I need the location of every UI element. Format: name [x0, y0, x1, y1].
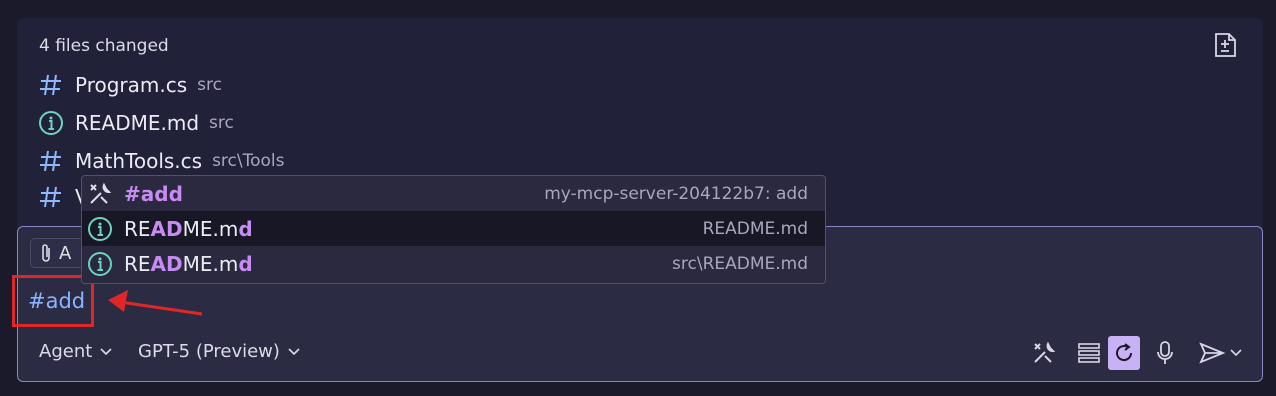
model-dropdown[interactable]: GPT-5 (Preview)	[138, 341, 300, 362]
file-name: MathTools.cs	[75, 149, 203, 173]
tools-icon	[86, 180, 114, 208]
file-item-program[interactable]: Program.cs src	[37, 69, 222, 101]
suggestion-tool-add[interactable]: #add my-mcp-server-204122b7: add	[82, 176, 825, 211]
chevron-down-icon	[288, 347, 300, 355]
suggestion-readme-src[interactable]: README.md src\README.md	[82, 246, 825, 281]
info-icon	[37, 109, 65, 137]
microphone-icon	[1157, 341, 1173, 364]
suggestion-detail: README.md	[702, 218, 808, 239]
autocomplete-popup: #add my-mcp-server-204122b7: add README.…	[81, 175, 826, 284]
suggestion-label: README.md	[124, 216, 253, 241]
tools-icon	[1034, 341, 1056, 363]
add-context-list-button[interactable]	[1073, 336, 1105, 370]
suggestion-detail: my-mcp-server-204122b7: add	[544, 183, 808, 204]
refresh-icon	[1116, 343, 1133, 362]
file-item-mathtools[interactable]: MathTools.cs src\Tools	[37, 145, 285, 177]
suggestion-detail: src\README.md	[672, 253, 808, 274]
configure-tools-button[interactable]	[1028, 336, 1060, 370]
suggestion-label: #add	[124, 181, 183, 206]
hash-icon	[37, 183, 65, 211]
paperclip-icon	[42, 244, 50, 262]
send-icon	[1199, 342, 1226, 364]
send-button[interactable]	[1194, 336, 1246, 370]
hash-icon	[37, 71, 65, 99]
file-name: Program.cs	[75, 73, 188, 97]
mode-label: Agent	[39, 341, 93, 362]
mode-dropdown[interactable]: Agent	[39, 341, 112, 362]
files-changed-header: 4 files changed	[39, 36, 169, 56]
chevron-down-icon	[100, 347, 112, 355]
suggestion-readme-root[interactable]: README.md README.md	[82, 211, 825, 246]
file-name: README.md	[75, 111, 200, 135]
hash-icon	[37, 147, 65, 175]
chevron-down-icon	[1230, 349, 1242, 357]
attach-label: A	[59, 242, 72, 264]
diff-icon	[1215, 33, 1236, 57]
voice-input-button[interactable]	[1149, 336, 1181, 370]
info-icon	[86, 215, 114, 243]
file-item-readme[interactable]: README.md src	[37, 107, 234, 139]
suggestion-label: README.md	[124, 251, 253, 276]
annotation-arrow-icon	[108, 290, 203, 316]
auto-approve-toggle[interactable]	[1108, 336, 1140, 370]
info-icon	[86, 250, 114, 278]
list-icon	[1078, 343, 1100, 363]
file-path: src	[197, 75, 222, 95]
view-diff-button[interactable]	[1211, 30, 1241, 60]
file-path: src\Tools	[212, 151, 285, 171]
file-path: src	[209, 113, 234, 133]
model-label: GPT-5 (Preview)	[138, 341, 280, 362]
